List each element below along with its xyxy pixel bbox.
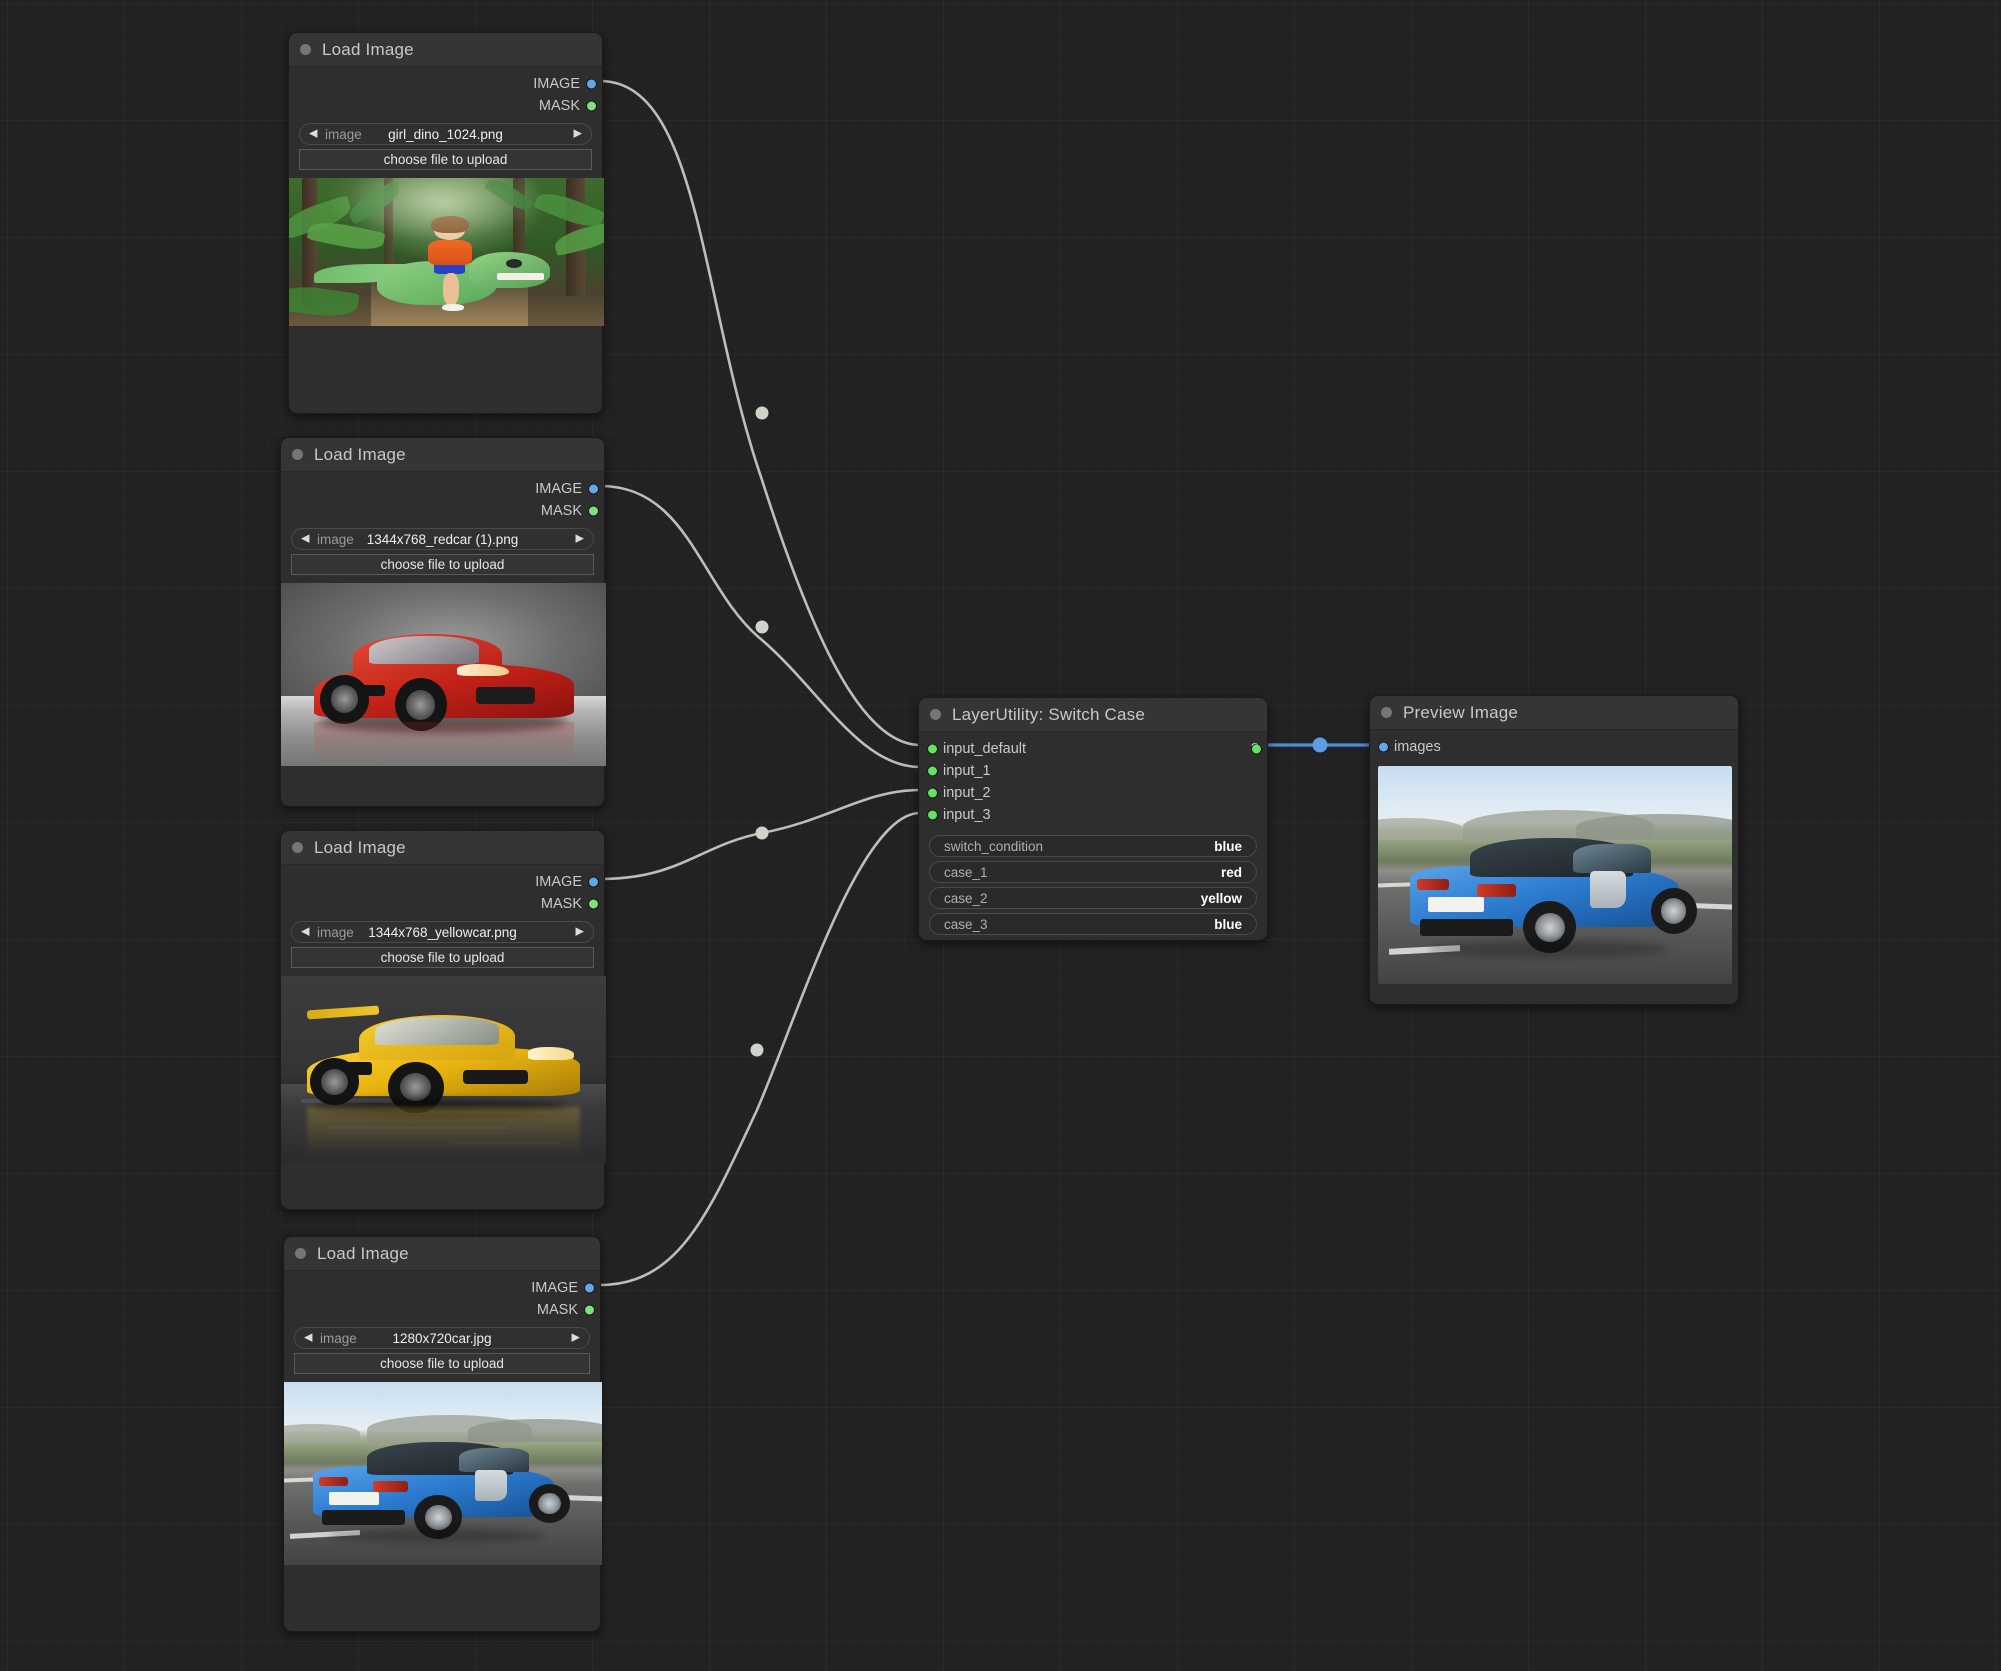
input-1-slot-dot-icon[interactable]: [928, 766, 937, 776]
input-slot-input-2[interactable]: input_2: [919, 782, 1267, 804]
image-preview-thumbnail: [281, 976, 606, 1163]
switch-condition-label: switch_condition: [944, 838, 1044, 854]
image-preview-thumbnail: [289, 178, 604, 326]
image-slot-dot-icon[interactable]: [585, 1283, 594, 1293]
choose-file-to-upload-button[interactable]: choose file to upload: [294, 1353, 590, 1374]
output-slot-mask-label: MASK: [536, 1302, 578, 1318]
node-load-image-4[interactable]: Load Image IMAGE MASK ◀ image 1280x720ca…: [283, 1236, 602, 1632]
output-slot-mask-label: MASK: [540, 503, 582, 519]
node-title-bar[interactable]: Load Image: [284, 1237, 600, 1271]
input-slot-images-label: images: [1394, 739, 1441, 755]
input-default-slot-dot-icon[interactable]: [928, 744, 937, 754]
case-2-value: yellow: [1200, 890, 1242, 906]
choose-file-to-upload-button[interactable]: choose file to upload: [299, 149, 592, 170]
case-1-widget[interactable]: case_1 red: [929, 861, 1257, 883]
input-slot-input-2-label: input_2: [943, 785, 991, 801]
image-preview-thumbnail: [284, 1382, 602, 1565]
mask-slot-dot-icon[interactable]: [589, 506, 598, 516]
image-combo-value: 1344x768_redcar (1).png: [366, 531, 519, 547]
output-slot-mask[interactable]: MASK: [289, 95, 602, 117]
node-load-image-2[interactable]: Load Image IMAGE MASK ◀ image 1344x768_r…: [280, 437, 606, 807]
output-slot-wildcard-dot-icon[interactable]: [1252, 744, 1261, 754]
image-slot-dot-icon[interactable]: [587, 79, 596, 89]
node-preview-image[interactable]: Preview Image images: [1369, 695, 1739, 1005]
choose-file-to-upload-button[interactable]: choose file to upload: [291, 947, 594, 968]
output-slot-image-label: IMAGE: [533, 76, 580, 92]
case-3-label: case_3: [944, 916, 988, 932]
node-title-text: LayerUtility: Switch Case: [952, 704, 1146, 724]
output-slot-image-label: IMAGE: [535, 874, 582, 890]
node-title-bar[interactable]: Load Image: [281, 438, 604, 472]
node-title-text: Load Image: [314, 444, 406, 464]
node-title-bar[interactable]: Load Image: [289, 33, 602, 67]
mask-slot-dot-icon[interactable]: [587, 101, 596, 111]
collapse-dot-icon[interactable]: [930, 709, 941, 720]
image-slot-dot-icon[interactable]: [589, 484, 598, 494]
image-combo-widget[interactable]: ◀ image 1344x768_redcar (1).png ▶: [291, 528, 594, 550]
input-slot-input-default[interactable]: input_default ?: [919, 738, 1267, 760]
output-slot-mask[interactable]: MASK: [284, 1299, 600, 1321]
chevron-right-icon[interactable]: ▶: [574, 128, 582, 140]
input-slot-input-default-label: input_default: [943, 741, 1027, 757]
chevron-right-icon[interactable]: ▶: [572, 1332, 580, 1344]
image-preview-thumbnail: [1378, 766, 1732, 984]
output-slot-mask-label: MASK: [540, 896, 582, 912]
node-layerutility-switch-case[interactable]: LayerUtility: Switch Case input_default …: [918, 697, 1268, 941]
case-1-value: red: [1220, 864, 1242, 880]
output-slot-image-label: IMAGE: [535, 481, 582, 497]
node-title-bar[interactable]: Load Image: [281, 831, 604, 865]
input-slot-input-1[interactable]: input_1: [919, 760, 1267, 782]
collapse-dot-icon[interactable]: [292, 449, 303, 460]
output-slot-mask-label: MASK: [538, 98, 580, 114]
node-load-image-3[interactable]: Load Image IMAGE MASK ◀ image 1344x768_y…: [280, 830, 606, 1210]
output-slot-image[interactable]: IMAGE: [281, 478, 604, 500]
node-title-text: Load Image: [322, 39, 414, 59]
node-title-text: Load Image: [317, 1243, 409, 1263]
image-combo-widget[interactable]: ◀ image 1280x720car.jpg ▶: [294, 1327, 590, 1349]
output-slot-mask[interactable]: MASK: [281, 500, 604, 522]
collapse-dot-icon[interactable]: [1381, 707, 1392, 718]
image-preview-thumbnail: [281, 583, 606, 766]
images-slot-dot-icon[interactable]: [1379, 742, 1388, 752]
node-graph-canvas[interactable]: Load Image IMAGE MASK ◀ image girl_dino_…: [0, 0, 2001, 1671]
chevron-right-icon[interactable]: ▶: [576, 926, 584, 938]
collapse-dot-icon[interactable]: [300, 44, 311, 55]
image-combo-value: girl_dino_1024.png: [388, 126, 503, 142]
input-slot-images[interactable]: images: [1370, 736, 1738, 758]
node-title-bar[interactable]: LayerUtility: Switch Case: [919, 698, 1267, 732]
output-slot-image[interactable]: IMAGE: [284, 1277, 600, 1299]
node-title-text: Load Image: [314, 837, 406, 857]
mask-slot-dot-icon[interactable]: [585, 1305, 594, 1315]
case-2-label: case_2: [944, 890, 988, 906]
image-slot-dot-icon[interactable]: [589, 877, 598, 887]
input-2-slot-dot-icon[interactable]: [928, 788, 937, 798]
image-combo-value: 1280x720car.jpg: [392, 1330, 492, 1346]
node-load-image-1[interactable]: Load Image IMAGE MASK ◀ image girl_dino_…: [288, 32, 604, 414]
node-title-text: Preview Image: [1403, 702, 1519, 722]
output-slot-image[interactable]: IMAGE: [289, 73, 602, 95]
case-1-label: case_1: [944, 864, 988, 880]
input-3-slot-dot-icon[interactable]: [928, 810, 937, 820]
image-combo-value: 1344x768_yellowcar.png: [368, 924, 517, 940]
switch-condition-widget[interactable]: switch_condition blue: [929, 835, 1257, 857]
case-3-value: blue: [1214, 916, 1242, 932]
case-3-widget[interactable]: case_3 blue: [929, 913, 1257, 935]
image-combo-widget[interactable]: ◀ image 1344x768_yellowcar.png ▶: [291, 921, 594, 943]
output-slot-mask[interactable]: MASK: [281, 893, 604, 915]
collapse-dot-icon[interactable]: [295, 1248, 306, 1259]
output-slot-image[interactable]: IMAGE: [281, 871, 604, 893]
image-combo-widget[interactable]: ◀ image girl_dino_1024.png ▶: [299, 123, 592, 145]
output-slot-image-label: IMAGE: [531, 1280, 578, 1296]
case-2-widget[interactable]: case_2 yellow: [929, 887, 1257, 909]
input-slot-input-3-label: input_3: [943, 807, 991, 823]
chevron-right-icon[interactable]: ▶: [576, 533, 584, 545]
switch-condition-value: blue: [1214, 838, 1242, 854]
input-slot-input-3[interactable]: input_3: [919, 804, 1267, 826]
mask-slot-dot-icon[interactable]: [589, 899, 598, 909]
choose-file-to-upload-button[interactable]: choose file to upload: [291, 554, 594, 575]
input-slot-input-1-label: input_1: [943, 763, 991, 779]
collapse-dot-icon[interactable]: [292, 842, 303, 853]
node-title-bar[interactable]: Preview Image: [1370, 696, 1738, 730]
